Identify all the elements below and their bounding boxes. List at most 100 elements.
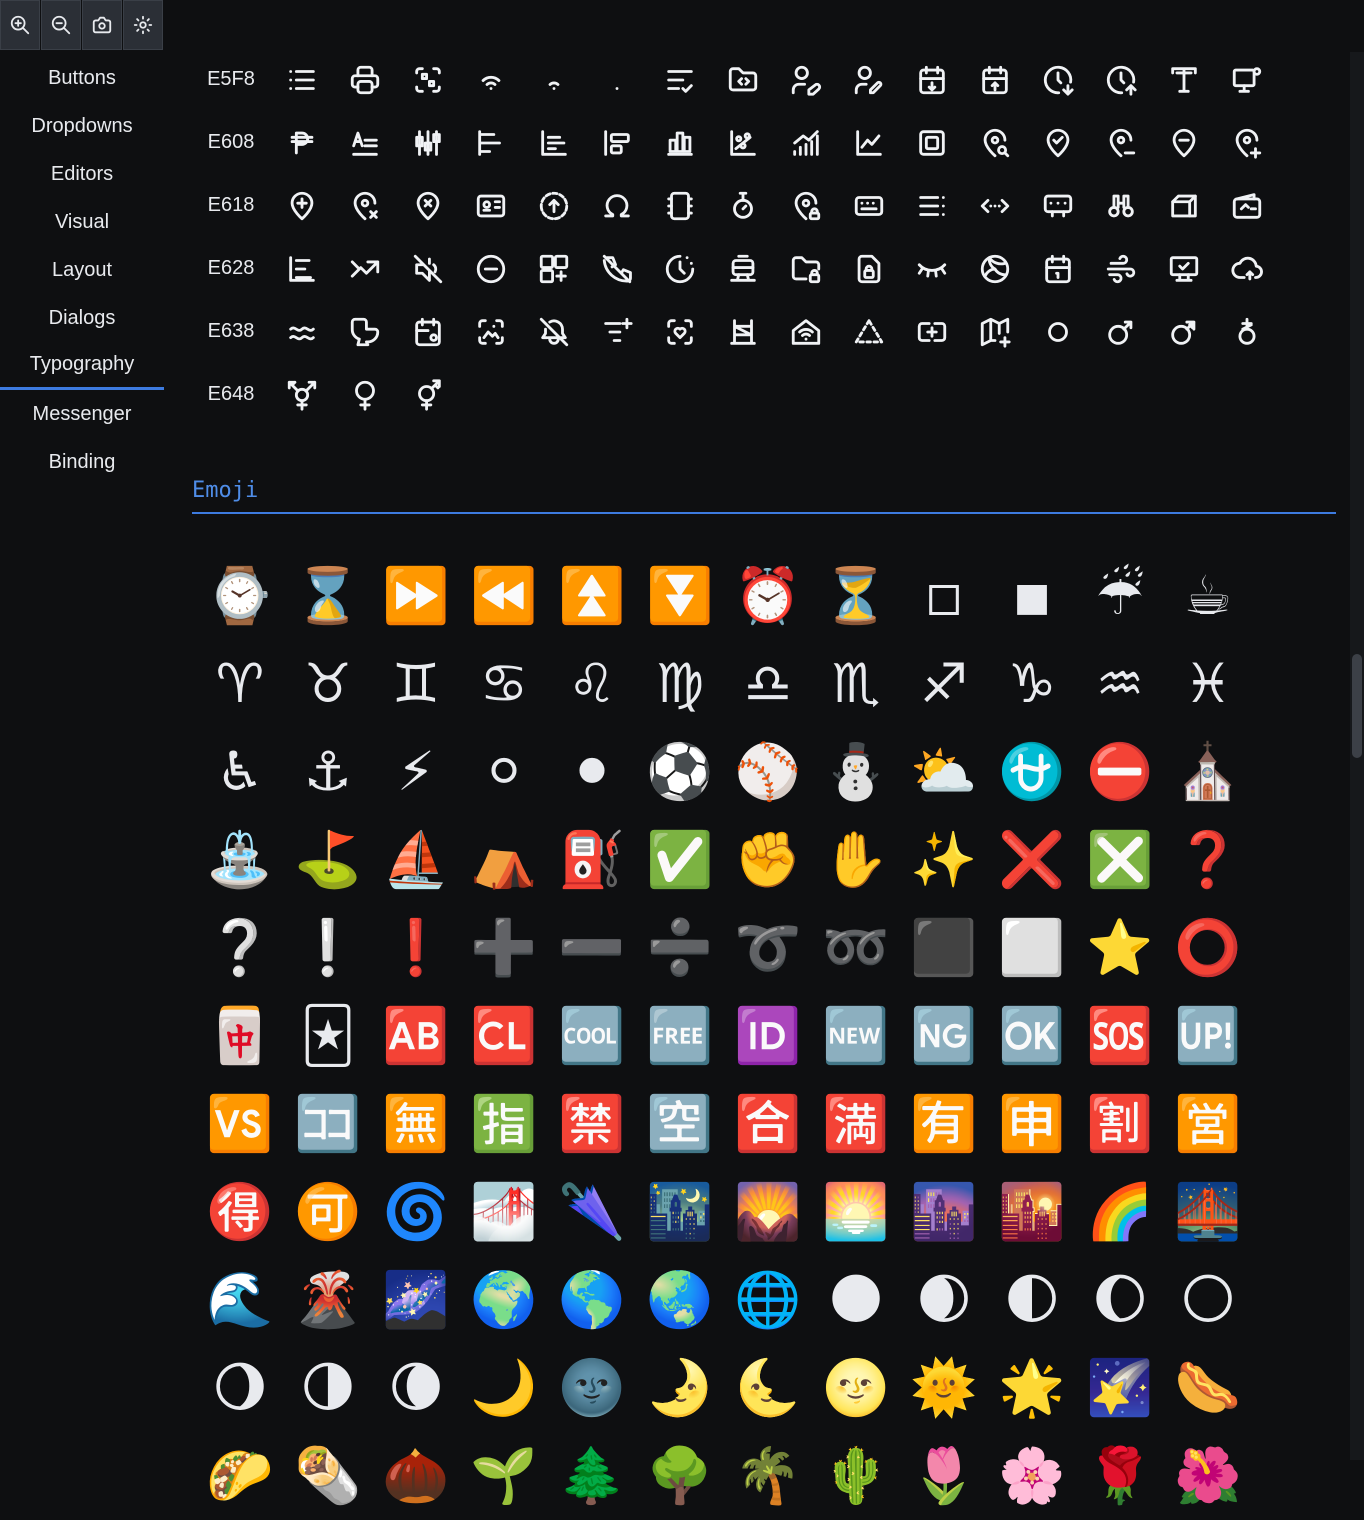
emoji-cell[interactable]: 🌑: [812, 1256, 900, 1344]
sidebar-item-visual[interactable]: Visual: [0, 198, 164, 246]
emoji-cell[interactable]: ⛔: [1076, 728, 1164, 816]
sidebar-item-dialogs[interactable]: Dialogs: [0, 294, 164, 342]
emoji-cell[interactable]: ➖: [548, 904, 636, 992]
emoji-cell[interactable]: ✅: [636, 816, 724, 904]
emoji-cell[interactable]: 🌺: [1164, 1432, 1252, 1520]
emoji-cell[interactable]: 🀄: [196, 992, 284, 1080]
emoji-cell[interactable]: ⭐: [1076, 904, 1164, 992]
emoji-cell[interactable]: ☔: [1076, 552, 1164, 640]
emoji-cell[interactable]: ⏰: [724, 552, 812, 640]
emoji-cell[interactable]: ⛪: [1164, 728, 1252, 816]
emoji-cell[interactable]: 🆑: [460, 992, 548, 1080]
emoji-cell[interactable]: 🆕: [812, 992, 900, 1080]
emoji-cell[interactable]: ❎: [1076, 816, 1164, 904]
emoji-cell[interactable]: 🃏: [284, 992, 372, 1080]
emoji-cell[interactable]: 🌝: [812, 1344, 900, 1432]
zoom-out-button[interactable]: [41, 0, 81, 50]
sidebar-item-dropdowns[interactable]: Dropdowns: [0, 102, 164, 150]
emoji-cell[interactable]: ♏: [812, 640, 900, 728]
emoji-cell[interactable]: 🌚: [548, 1344, 636, 1432]
emoji-cell[interactable]: ✋: [812, 816, 900, 904]
emoji-cell[interactable]: ⏩: [372, 552, 460, 640]
emoji-cell[interactable]: 🌴: [724, 1432, 812, 1520]
emoji-cell[interactable]: ⌛: [284, 552, 372, 640]
emoji-cell[interactable]: 🌉: [1164, 1168, 1252, 1256]
emoji-cell[interactable]: 🌗: [284, 1344, 372, 1432]
emoji-cell[interactable]: 🌠: [1076, 1344, 1164, 1432]
emoji-cell[interactable]: ➿: [812, 904, 900, 992]
emoji-cell[interactable]: ⛅: [900, 728, 988, 816]
emoji-cell[interactable]: 🌌: [372, 1256, 460, 1344]
sidebar-item-layout[interactable]: Layout: [0, 246, 164, 294]
emoji-cell[interactable]: 🆖: [900, 992, 988, 1080]
emoji-cell[interactable]: ⏫: [548, 552, 636, 640]
emoji-cell[interactable]: ♐: [900, 640, 988, 728]
emoji-cell[interactable]: ♊: [372, 640, 460, 728]
emoji-cell[interactable]: 🆙: [1164, 992, 1252, 1080]
emoji-cell[interactable]: 🈸: [988, 1080, 1076, 1168]
emoji-cell[interactable]: 🌕: [1164, 1256, 1252, 1344]
emoji-cell[interactable]: 🈶: [900, 1080, 988, 1168]
emoji-cell[interactable]: ❓: [1164, 816, 1252, 904]
emoji-cell[interactable]: 🌘: [372, 1344, 460, 1432]
theme-toggle-button[interactable]: [123, 0, 163, 50]
emoji-cell[interactable]: 🈯: [460, 1080, 548, 1168]
emoji-cell[interactable]: 🌄: [724, 1168, 812, 1256]
sidebar-item-buttons[interactable]: Buttons: [0, 54, 164, 102]
emoji-cell[interactable]: 🆓: [636, 992, 724, 1080]
emoji-cell[interactable]: ❔: [196, 904, 284, 992]
emoji-cell[interactable]: ⚡: [372, 728, 460, 816]
emoji-cell[interactable]: 🌍: [460, 1256, 548, 1344]
emoji-cell[interactable]: ⚪: [460, 728, 548, 816]
emoji-cell[interactable]: 🆎: [372, 992, 460, 1080]
emoji-cell[interactable]: ♑: [988, 640, 1076, 728]
emoji-cell[interactable]: 🉑: [284, 1168, 372, 1256]
emoji-cell[interactable]: ♈: [196, 640, 284, 728]
emoji-cell[interactable]: 🌰: [372, 1432, 460, 1520]
emoji-cell[interactable]: 🌋: [284, 1256, 372, 1344]
sidebar-item-messenger[interactable]: Messenger: [0, 390, 164, 438]
emoji-cell[interactable]: ❗: [372, 904, 460, 992]
emoji-cell[interactable]: ♉: [284, 640, 372, 728]
emoji-cell[interactable]: ➕: [460, 904, 548, 992]
screenshot-button[interactable]: [82, 0, 122, 50]
emoji-cell[interactable]: 🌁: [460, 1168, 548, 1256]
emoji-cell[interactable]: 🌖: [196, 1344, 284, 1432]
emoji-cell[interactable]: 🌟: [988, 1344, 1076, 1432]
emoji-cell[interactable]: ➗: [636, 904, 724, 992]
emoji-cell[interactable]: 🆘: [1076, 992, 1164, 1080]
emoji-cell[interactable]: ♎: [724, 640, 812, 728]
emoji-cell[interactable]: 🌭: [1164, 1344, 1252, 1432]
emoji-cell[interactable]: ♿: [196, 728, 284, 816]
emoji-cell[interactable]: ⚽: [636, 728, 724, 816]
emoji-cell[interactable]: 🌊: [196, 1256, 284, 1344]
emoji-cell[interactable]: ⭕: [1164, 904, 1252, 992]
emoji-cell[interactable]: ⬛: [900, 904, 988, 992]
emoji-cell[interactable]: 🌳: [636, 1432, 724, 1520]
emoji-cell[interactable]: ⬜: [988, 904, 1076, 992]
emoji-cell[interactable]: 🈵: [812, 1080, 900, 1168]
emoji-cell[interactable]: 🌂: [548, 1168, 636, 1256]
emoji-cell[interactable]: ✨: [900, 816, 988, 904]
emoji-cell[interactable]: 🈹: [1076, 1080, 1164, 1168]
emoji-cell[interactable]: ⚓: [284, 728, 372, 816]
emoji-cell[interactable]: 🌛: [636, 1344, 724, 1432]
emoji-cell[interactable]: ◽: [900, 552, 988, 640]
emoji-cell[interactable]: 🈁: [284, 1080, 372, 1168]
sidebar-item-editors[interactable]: Editors: [0, 150, 164, 198]
emoji-cell[interactable]: ♓: [1164, 640, 1252, 728]
emoji-cell[interactable]: ♌: [548, 640, 636, 728]
emoji-cell[interactable]: 🌃: [636, 1168, 724, 1256]
emoji-cell[interactable]: ♍: [636, 640, 724, 728]
emoji-cell[interactable]: 🈺: [1164, 1080, 1252, 1168]
emoji-cell[interactable]: 🌀: [372, 1168, 460, 1256]
emoji-cell[interactable]: ⛺: [460, 816, 548, 904]
emoji-cell[interactable]: 🌓: [988, 1256, 1076, 1344]
emoji-cell[interactable]: ⛲: [196, 816, 284, 904]
emoji-cell[interactable]: ⚫: [548, 728, 636, 816]
emoji-cell[interactable]: ⛎: [988, 728, 1076, 816]
emoji-cell[interactable]: 🌷: [900, 1432, 988, 1520]
emoji-cell[interactable]: 🌵: [812, 1432, 900, 1520]
emoji-cell[interactable]: 🌱: [460, 1432, 548, 1520]
emoji-cell[interactable]: ⏳: [812, 552, 900, 640]
